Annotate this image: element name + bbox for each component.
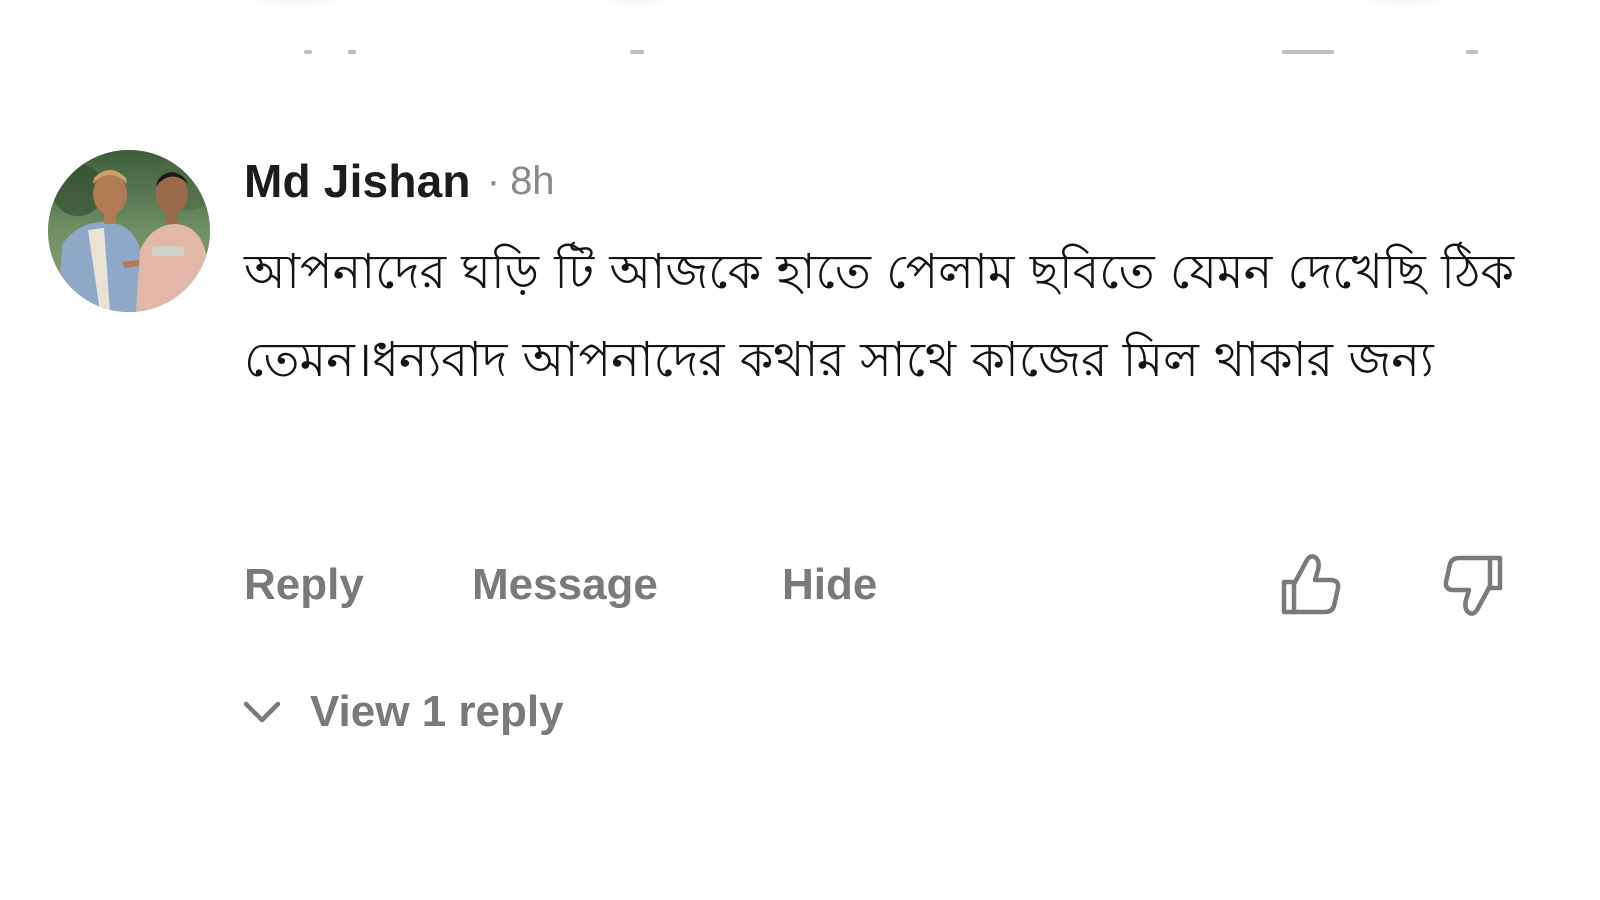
- cutoff-mark: [1466, 50, 1478, 54]
- cutoff-mark: [348, 50, 356, 54]
- comment-actions: Reply Message Hide: [244, 550, 1554, 620]
- view-replies-label: View 1 reply: [310, 687, 564, 736]
- hide-button[interactable]: Hide: [782, 550, 877, 620]
- cutoff-mark: [630, 50, 644, 54]
- chevron-down-icon: [243, 701, 281, 723]
- cutoff-shadow: [230, 0, 360, 10]
- cutoff-mark: [304, 50, 312, 54]
- meta-separator: ·: [486, 158, 501, 203]
- avatar[interactable]: [48, 150, 210, 312]
- comment-screen: Md Jishan · 8h আপনাদের ঘড়ি টি আজকে হাতে…: [0, 0, 1600, 900]
- comment-body: Md Jishan · 8h আপনাদের ঘড়ি টি আজকে হাতে…: [244, 150, 1554, 404]
- thumbs-up-icon: [1281, 554, 1341, 615]
- comment-meta: Md Jishan · 8h: [244, 150, 1554, 212]
- avatar-photo-icon: [48, 150, 210, 312]
- cutoff-shadow: [1350, 0, 1460, 10]
- view-replies-button[interactable]: View 1 reply: [242, 680, 564, 744]
- cutoff-mark: [1282, 50, 1334, 54]
- comment-timestamp: 8h: [510, 158, 555, 203]
- like-button[interactable]: [1278, 552, 1344, 618]
- message-button[interactable]: Message: [472, 550, 658, 620]
- thumbs-down-icon: [1443, 555, 1503, 616]
- cutoff-shadow: [590, 0, 680, 10]
- reply-button[interactable]: Reply: [244, 550, 364, 620]
- dislike-button[interactable]: [1440, 552, 1506, 618]
- author-name[interactable]: Md Jishan: [244, 154, 471, 208]
- comment-text: আপনাদের ঘড়ি টি আজকে হাতে পেলাম ছবিতে যে…: [244, 244, 1515, 388]
